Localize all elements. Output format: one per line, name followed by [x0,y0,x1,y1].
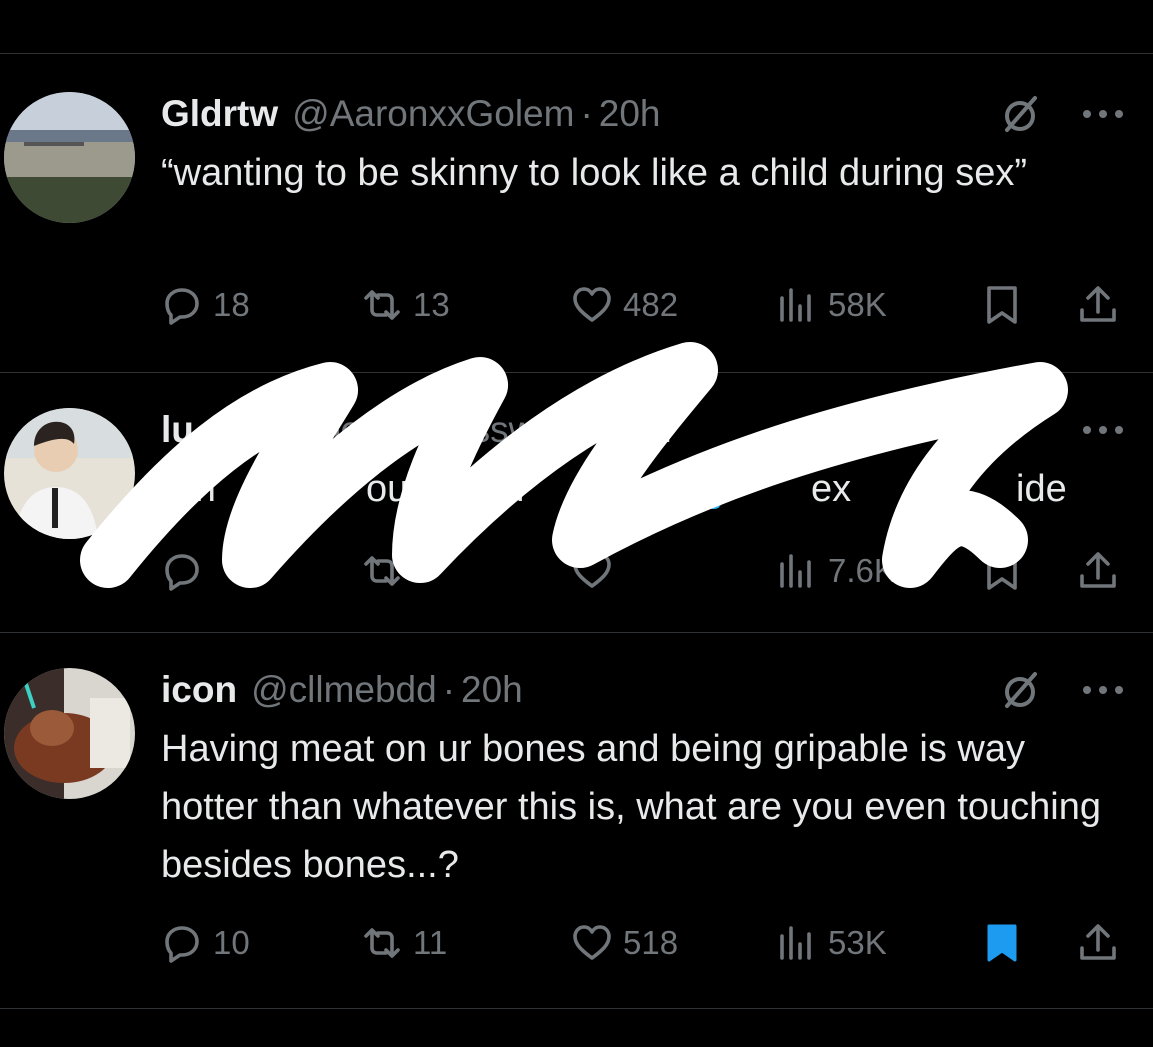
tweet-divider [0,1008,1153,1009]
views-icon [780,288,811,322]
views-button[interactable]: 7.6K [776,548,896,594]
like-button[interactable]: 482 [571,282,678,328]
avatar[interactable] [4,92,135,223]
bookmark-button-active[interactable] [981,920,1023,966]
more-icon[interactable] [1083,94,1123,134]
text-fragment: lt [261,468,280,510]
repost-button[interactable]: 11 [361,920,447,966]
repost-count: 11 [413,924,448,961]
share-icon [1080,924,1116,960]
text-fragment: ex [811,468,852,510]
timestamp[interactable]: 20h [599,93,661,135]
views-icon [780,926,811,960]
like-count: 518 [623,924,679,961]
tweet-3[interactable]: icon @cllmebdd · 20h Having meat on ur b… [0,668,1153,988]
more-icon[interactable] [1083,410,1123,450]
reply-button[interactable]: 18 [161,282,250,328]
user-handle-fragment: essw [451,409,536,450]
user-handle[interactable]: @AaronxxGolem [292,93,574,135]
bookmark-icon [987,924,1017,962]
timestamp[interactable]: 20h [461,669,523,711]
grok-icon[interactable] [999,94,1041,136]
reply-icon [165,554,199,591]
like-button[interactable] [571,548,613,594]
views-button[interactable]: 58K [776,282,887,328]
view-count: 7.6K [828,552,896,589]
reply-icon [165,926,199,963]
heart-icon [573,287,611,322]
views-button[interactable]: 53K [776,920,887,966]
user-handle[interactable]: @spe [264,409,361,451]
text-fragment: d th [461,468,525,510]
text-fragment: orn [161,468,216,510]
display-name[interactable]: icon [161,669,237,711]
user-handle[interactable]: @cllmebdd [251,669,437,711]
text-fragment: or [591,468,625,510]
view-count: 58K [828,286,887,323]
share-icon [1080,552,1116,588]
avatar[interactable] [4,668,135,799]
views-icon [780,554,811,588]
tweet-header: icon @cllmebdd · 20h [161,668,523,712]
bookmark-icon [987,286,1017,324]
bookmark-button[interactable] [981,282,1023,328]
reply-count: 10 [213,924,250,961]
share-button[interactable] [1077,920,1119,966]
bookmark-icon [987,552,1017,590]
view-count: 53K [828,924,887,961]
repost-count: 13 [413,286,450,323]
text-fragment: ide [1016,468,1067,510]
text-fragment: ou [366,468,409,510]
display-name[interactable]: lu [161,409,194,451]
action-bar: 18 13 482 58K [161,282,1121,328]
heart-icon [573,553,611,588]
display-name[interactable]: Gldrtw [161,93,278,135]
repost-icon [364,556,400,586]
timestamp[interactable]: 9h [630,409,671,451]
repost-icon [364,928,400,958]
heart-icon [573,925,611,960]
share-icon [1080,286,1116,322]
grok-icon[interactable] [999,670,1041,712]
reply-button[interactable]: 10 [161,920,250,966]
like-button[interactable]: 518 [571,920,678,966]
tweet-divider [0,372,1153,373]
tweet-header: lu @spe essw 9h [161,408,672,452]
share-button[interactable] [1077,548,1119,594]
action-bar: 10 11 518 53K [161,920,1121,966]
more-icon[interactable] [1083,670,1123,710]
tweet-text: Having meat on ur bones and being gripab… [161,728,1101,886]
tweet-text: “wanting to be skinny to look like a chi… [161,152,1028,194]
repost-button[interactable] [361,548,403,594]
tweet-divider [0,632,1153,633]
separator-dot: · [580,93,593,134]
reply-count: 18 [213,286,250,323]
tweet-2[interactable]: lu @spe essw 9h orn lt ou d th or 😭 ex i… [0,408,1153,618]
reply-button[interactable] [161,548,203,594]
share-button[interactable] [1077,282,1119,328]
bookmark-button[interactable] [981,548,1023,594]
crying-emoji: 😭 [681,468,729,510]
tweet-1[interactable]: Gldrtw @AaronxxGolem · 20h “wanting to b… [0,92,1153,362]
repost-button[interactable]: 13 [361,282,450,328]
separator-dot: · [442,669,456,710]
like-count: 482 [623,286,679,323]
action-bar: 7.6K [161,548,1121,594]
top-divider [0,53,1153,54]
repost-icon [364,290,400,320]
tweet-header: Gldrtw @AaronxxGolem · 20h [161,92,661,136]
reply-icon [165,288,199,325]
avatar[interactable] [4,408,135,539]
